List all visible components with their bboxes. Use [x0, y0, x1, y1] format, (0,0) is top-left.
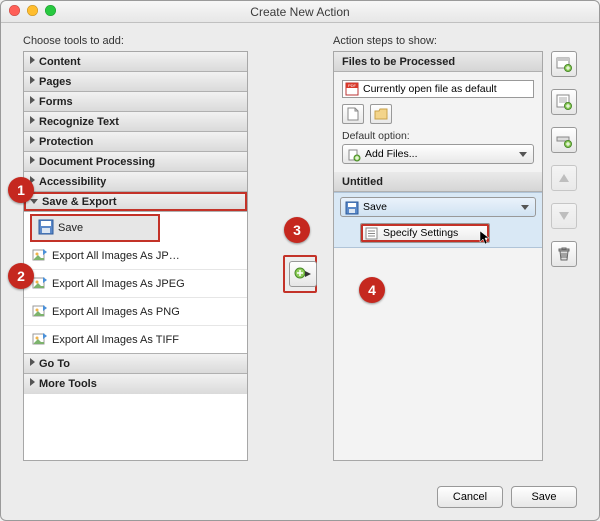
- add-panel-button[interactable]: [551, 51, 577, 77]
- group-save-export[interactable]: Save & Export: [24, 192, 247, 212]
- add-step-button[interactable]: [289, 261, 317, 287]
- cursor-icon: [479, 230, 491, 246]
- close-icon[interactable]: [9, 5, 20, 16]
- save-button[interactable]: Save: [511, 486, 577, 508]
- default-option-label: Default option:: [342, 130, 534, 142]
- group-accessibility[interactable]: Accessibility: [24, 172, 247, 192]
- group-go-to[interactable]: Go To: [24, 354, 247, 374]
- chevron-down-icon: [519, 152, 527, 157]
- callout-1: 1: [8, 177, 34, 203]
- add-folder-button[interactable]: [370, 104, 392, 124]
- group-content[interactable]: Content: [24, 52, 247, 72]
- floppy-icon: [345, 201, 359, 215]
- pdf-icon: PDF: [345, 82, 359, 96]
- move-up-button: [551, 165, 577, 191]
- triangle-up-icon: [558, 173, 570, 183]
- tool-export-jpeg[interactable]: Export All Images As JPEG: [24, 270, 247, 298]
- file-icon: [347, 107, 359, 121]
- section-files: Files to be Processed: [334, 52, 542, 72]
- add-instruction-button[interactable]: [551, 89, 577, 115]
- section-untitled: Untitled: [334, 172, 542, 192]
- group-protection[interactable]: Protection: [24, 132, 247, 152]
- tool-export-tiff[interactable]: Export All Images As TIFF: [24, 326, 247, 354]
- zoom-icon[interactable]: [45, 5, 56, 16]
- triangle-down-icon: [558, 211, 570, 221]
- add-step-area: [283, 255, 317, 293]
- callout-4: 4: [359, 277, 385, 303]
- cancel-button[interactable]: Cancel: [437, 486, 503, 508]
- trash-icon: [557, 247, 571, 261]
- callout-3: 3: [284, 217, 310, 243]
- image-export-icon: [32, 303, 48, 319]
- add-divider-button[interactable]: [551, 127, 577, 153]
- tool-save[interactable]: Save: [30, 214, 160, 242]
- action-steps-label: Action steps to show:: [333, 35, 543, 47]
- panel-plus-icon: [556, 56, 572, 72]
- image-export-icon: [32, 247, 48, 263]
- divider-plus-icon: [556, 132, 572, 148]
- group-forms[interactable]: Forms: [24, 92, 247, 112]
- move-down-button: [551, 203, 577, 229]
- callout-2: 2: [8, 263, 34, 289]
- tool-export-png[interactable]: Export All Images As PNG: [24, 298, 247, 326]
- svg-text:PDF: PDF: [348, 83, 357, 88]
- folder-icon: [374, 108, 388, 120]
- settings-list-icon: [365, 227, 378, 240]
- specify-settings-button[interactable]: Specify Settings: [360, 223, 490, 243]
- chevron-down-icon: [521, 205, 529, 210]
- group-recognize-text[interactable]: Recognize Text: [24, 112, 247, 132]
- default-file-box: PDF Currently open file as default: [342, 80, 534, 98]
- default-option-dropdown[interactable]: Add Files...: [342, 144, 534, 164]
- tool-export-jp[interactable]: Export All Images As JP…: [24, 242, 247, 270]
- add-files-icon: [347, 148, 361, 162]
- minimize-icon[interactable]: [27, 5, 38, 16]
- choose-tools-label: Choose tools to add:: [23, 35, 248, 47]
- group-more-tools[interactable]: More Tools: [24, 374, 247, 394]
- step-save[interactable]: Save Specify Settings: [334, 192, 542, 248]
- step-save-dropdown[interactable]: Save: [340, 197, 536, 217]
- plus-arrow-icon: [294, 267, 312, 281]
- window-title: Create New Action: [250, 5, 349, 19]
- tools-panel: Content Pages Forms Recognize Text Prote…: [23, 51, 248, 461]
- titlebar: Create New Action: [1, 1, 599, 23]
- floppy-icon: [38, 219, 54, 235]
- add-file-button[interactable]: [342, 104, 364, 124]
- steps-panel: Files to be Processed PDF Currently open…: [333, 51, 543, 461]
- dialog-window: Create New Action Choose tools to add: C…: [0, 0, 600, 521]
- group-document-processing[interactable]: Document Processing: [24, 152, 247, 172]
- list-plus-icon: [556, 94, 572, 110]
- delete-step-button[interactable]: [551, 241, 577, 267]
- image-export-icon: [32, 331, 48, 347]
- group-pages[interactable]: Pages: [24, 72, 247, 92]
- image-export-icon: [32, 275, 48, 291]
